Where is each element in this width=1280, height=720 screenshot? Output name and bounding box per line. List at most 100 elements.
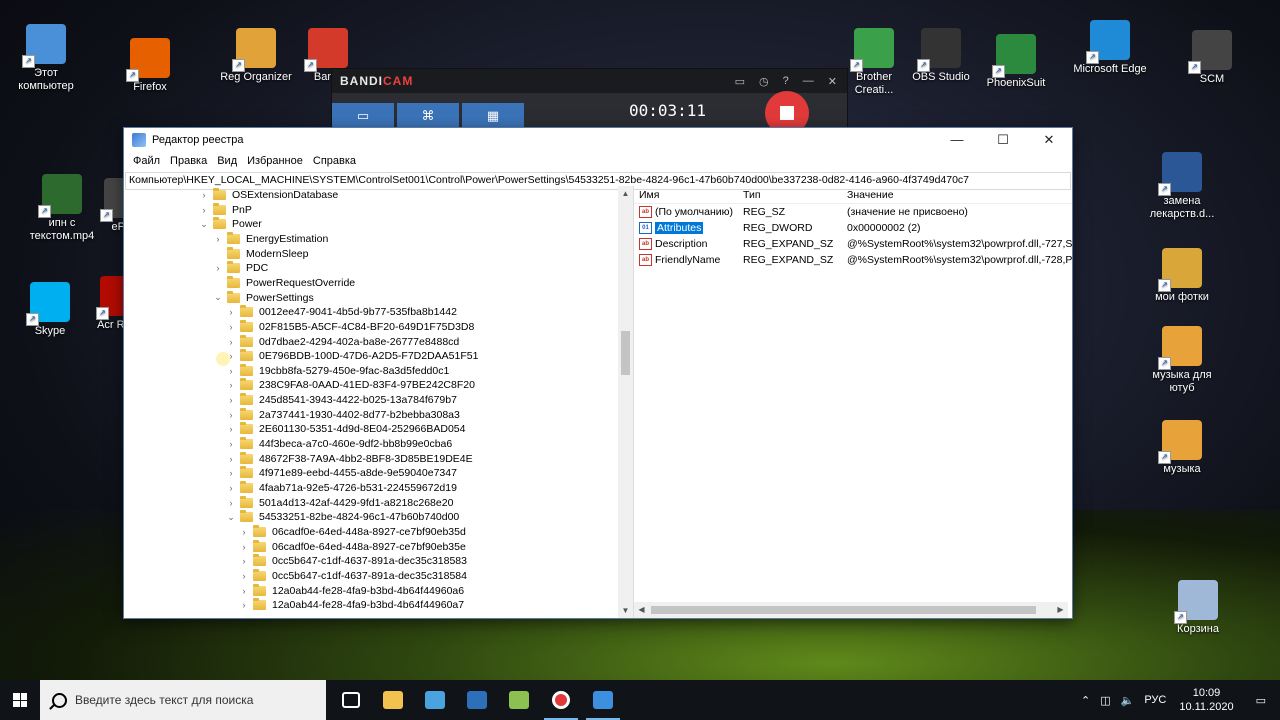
tree-node[interactable]: › 48672F38-7A9A-4bb2-8BF8-3D85BE19DE4E <box>225 451 473 466</box>
tree-node[interactable]: › OSExtensionDatabase <box>198 188 338 202</box>
taskbar-app-button[interactable] <box>330 680 372 720</box>
tree-node[interactable]: › 501a4d13-42af-4429-9fd1-a8218c268e20 <box>225 495 453 510</box>
desktop-icon[interactable]: ↗ Этот компьютер <box>8 24 84 93</box>
start-button[interactable] <box>0 680 40 720</box>
expand-chevron-icon[interactable]: › <box>225 468 237 478</box>
desktop-icon[interactable]: ↗ замена лекарств.d... <box>1144 152 1220 221</box>
bandicam-titlebar[interactable]: BANDICAM ▭ ◷ ? — ✕ <box>332 69 847 93</box>
tree-node[interactable]: › 12a0ab44-fe28-4fa9-b3bd-4b64f44960a7 <box>238 598 464 612</box>
menu-edit[interactable]: Правка <box>165 155 212 167</box>
tree-node[interactable]: › 2E601130-5351-4d9d-8E04-252966BAD054 <box>225 422 465 436</box>
tree-node[interactable]: › 44f3beca-a7c0-460e-9df2-bb8b99e0cba6 <box>225 437 452 451</box>
value-row[interactable]: ab (По умолчанию) REG_SZ (значение не присв… <box>634 204 1072 220</box>
scroll-down-icon[interactable]: ▼ <box>618 603 633 618</box>
value-row[interactable]: ab Description REG_EXPAND_SZ @%SystemRoot%\… <box>634 236 1072 252</box>
tree-node[interactable]: › 238C9FA8-0AAD-41ED-83F4-97BE242C8F20 <box>225 378 475 392</box>
desktop-icon[interactable]: ↗ Microsoft Edge <box>1072 20 1148 76</box>
expand-chevron-icon[interactable]: › <box>225 337 237 347</box>
close-icon[interactable]: ✕ <box>828 75 837 88</box>
taskbar-app-button[interactable] <box>414 680 456 720</box>
expand-chevron-icon[interactable]: › <box>238 600 250 610</box>
title-bar[interactable]: Редактор реестра — ☐ ✕ <box>124 128 1072 152</box>
taskbar-app-button[interactable] <box>456 680 498 720</box>
tree-node[interactable]: › 2a737441-1930-4402-8d77-b2bebba308a3 <box>225 407 460 422</box>
desktop-icon[interactable]: ↗ Firefox <box>112 38 188 94</box>
maximize-button[interactable]: ☐ <box>980 128 1026 152</box>
taskbar-app-button[interactable] <box>582 680 624 720</box>
tree-node[interactable]: ⌄ Power <box>198 217 262 231</box>
expand-chevron-icon[interactable]: › <box>238 542 250 552</box>
tree-node[interactable]: › PDC <box>212 261 268 275</box>
taskbar-app-button[interactable] <box>498 680 540 720</box>
expand-chevron-icon[interactable]: › <box>238 556 250 566</box>
expand-chevron-icon[interactable]: › <box>212 234 224 244</box>
screen-mode-icon[interactable]: ▭ <box>332 103 394 129</box>
help-icon[interactable]: ? <box>783 75 789 88</box>
desktop-icon[interactable]: ↗ музыка для ютуб <box>1144 326 1220 395</box>
desktop-icon[interactable]: ↗ OBS Studio <box>903 28 979 84</box>
registry-editor-window[interactable]: Редактор реестра — ☐ ✕ Файл Правка Вид И… <box>123 127 1073 619</box>
tree-node[interactable]: › 4faab71a-92e5-4726-b531-224559672d19 <box>225 481 457 495</box>
scroll-right-icon[interactable]: ▶ <box>1053 602 1068 618</box>
desktop-icon[interactable]: ↗ PhoenixSuit <box>978 34 1054 90</box>
tree-node[interactable]: › EnergyEstimation <box>212 231 328 246</box>
tree-node[interactable]: › 4f971e89-eebd-4455-a8de-9e59040e7347 <box>225 466 457 480</box>
volume-icon[interactable]: 🔈 <box>1116 694 1140 707</box>
network-icon[interactable]: ◫ <box>1095 694 1115 707</box>
tree-node[interactable]: ⌄ 54533251-82be-4824-96c1-47b60b740d00 <box>225 510 459 524</box>
menu-favorites[interactable]: Избранное <box>242 155 308 167</box>
desktop-icon[interactable]: ↗ SCM <box>1174 30 1250 86</box>
column-name[interactable]: Имя <box>634 189 739 201</box>
expand-chevron-icon[interactable]: › <box>225 322 237 332</box>
values-pane[interactable]: Имя Тип Значение ab (По умолчанию) REG_SZ(… <box>634 186 1072 618</box>
expand-chevron-icon[interactable]: ⌄ <box>198 219 210 230</box>
expand-chevron-icon[interactable]: › <box>225 498 237 508</box>
desktop-icon[interactable]: ↗ Skype <box>12 282 88 338</box>
menu-view[interactable]: Вид <box>212 155 242 167</box>
column-data[interactable]: Значение <box>843 189 1072 201</box>
clock-icon[interactable]: ◷ <box>759 75 769 88</box>
tree-node[interactable]: › 0cc5b647-c1df-4637-891a-dec35c318583 <box>238 554 467 568</box>
hdmi-mode-icon[interactable]: ▦ <box>462 103 524 129</box>
expand-chevron-icon[interactable]: › <box>225 424 237 434</box>
desktop-icon[interactable]: ↗ Reg Organizer <box>218 28 294 84</box>
tree-node[interactable]: › 06cadf0e-64ed-448a-8927-ce7bf90eb35d <box>238 524 466 539</box>
value-row[interactable]: 01 Attributes REG_DWORD 0x00000002 (2) <box>634 220 1072 236</box>
scroll-up-icon[interactable]: ▲ <box>618 186 633 201</box>
tree-node[interactable]: ModernSleep <box>212 246 308 261</box>
minimize-button[interactable]: — <box>934 128 980 152</box>
expand-chevron-icon[interactable]: ⌄ <box>225 512 237 523</box>
expand-chevron-icon[interactable]: › <box>212 263 224 273</box>
tree-node[interactable]: › 12a0ab44-fe28-4fa9-b3bd-4b64f44960a6 <box>238 583 464 598</box>
expand-chevron-icon[interactable]: › <box>238 586 250 596</box>
tree-scrollbar[interactable]: ▲ ▼ <box>618 186 633 618</box>
game-mode-icon[interactable]: ⌘ <box>397 103 459 129</box>
taskbar-app-button[interactable] <box>372 680 414 720</box>
tree-node[interactable]: › 0d7dbae2-4294-402a-ba8e-26777e8488cd <box>225 334 459 349</box>
desktop-icon[interactable]: ↗ музыка <box>1144 420 1220 476</box>
expand-chevron-icon[interactable]: › <box>225 395 237 405</box>
key-tree[interactable]: › OSExtensionDatabase › PnP ⌄ Power › EnergyEst… <box>124 186 634 618</box>
values-scroll-thumb[interactable] <box>651 606 1036 614</box>
tree-node[interactable]: › 245d8541-3943-4422-b025-13a784f679b7 <box>225 393 457 407</box>
expand-chevron-icon[interactable]: › <box>225 410 237 420</box>
tree-node[interactable]: › PnP <box>198 202 252 217</box>
expand-chevron-icon[interactable]: › <box>225 366 237 376</box>
bandicam-window[interactable]: BANDICAM ▭ ◷ ? — ✕ ▭ ⌘ ▦ 00:03:11 <box>331 68 848 135</box>
tree-node[interactable]: › 0cc5b647-c1df-4637-891a-dec35c318584 <box>238 568 467 583</box>
tree-node[interactable]: › 0E796BDB-100D-47D6-A2D5-F7D2DAA51F51 <box>225 349 478 363</box>
taskbar-app-button[interactable] <box>540 680 582 720</box>
tree-node[interactable]: › 19cbb8fa-5279-450e-9fac-8a3d5fedd0c1 <box>225 363 449 378</box>
folder-icon[interactable]: ▭ <box>735 75 745 88</box>
notifications-icon[interactable]: ▭ <box>1242 694 1280 707</box>
taskbar-search-box[interactable]: Введите здесь текст для поиска <box>40 680 326 720</box>
expand-chevron-icon[interactable]: › <box>225 439 237 449</box>
expand-chevron-icon[interactable]: › <box>225 380 237 390</box>
expand-chevron-icon[interactable]: › <box>198 205 210 215</box>
expand-chevron-icon[interactable]: › <box>225 454 237 464</box>
expand-chevron-icon[interactable]: › <box>225 307 237 317</box>
tree-node[interactable]: › 0012ee47-9041-4b5d-9b77-535fba8b1442 <box>225 305 457 319</box>
expand-chevron-icon[interactable]: › <box>238 571 250 581</box>
menu-file[interactable]: Файл <box>128 155 165 167</box>
column-type[interactable]: Тип <box>739 189 843 201</box>
